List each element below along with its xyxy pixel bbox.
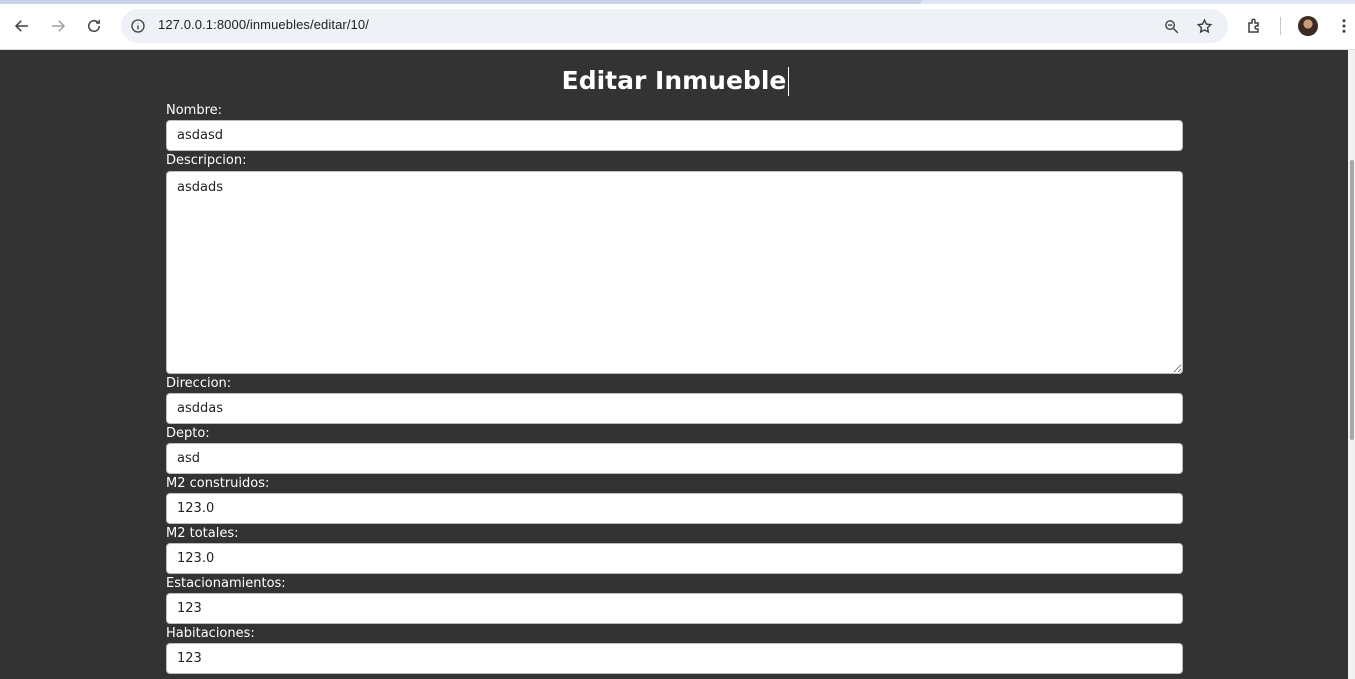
address-bar[interactable]: 127.0.0.1:8000/inmuebles/editar/10/	[121, 9, 1228, 43]
direccion-label: Direccion:	[166, 376, 232, 391]
depto-input[interactable]	[166, 443, 1183, 474]
bookmark-star-icon[interactable]	[1195, 17, 1213, 35]
page-title: Editar Inmueble	[561, 66, 787, 95]
text-caret	[788, 67, 790, 96]
nombre-input[interactable]	[166, 120, 1183, 151]
url-text[interactable]: 127.0.0.1:8000/inmuebles/editar/10/	[158, 17, 369, 32]
reload-icon[interactable]	[81, 13, 107, 39]
direccion-input[interactable]	[166, 393, 1183, 424]
m2-construidos-label: M2 construidos:	[166, 476, 270, 491]
habitaciones-label: Habitaciones:	[166, 626, 255, 641]
nombre-label: Nombre:	[166, 103, 223, 118]
forward-arrow-icon[interactable]	[45, 13, 71, 39]
extensions-icon[interactable]	[1242, 13, 1268, 39]
profile-avatar[interactable]	[1298, 16, 1318, 36]
browser-toolbar: 127.0.0.1:8000/inmuebles/editar/10/	[0, 0, 1355, 50]
estacionamientos-label: Estacionamientos:	[166, 576, 286, 591]
back-arrow-icon[interactable]	[9, 13, 35, 39]
descripcion-textarea[interactable]: asdads	[166, 171, 1183, 374]
zoom-icon[interactable]	[1162, 17, 1180, 35]
toolbar-divider	[1280, 17, 1281, 35]
habitaciones-input[interactable]	[166, 643, 1183, 674]
scrollbar-thumb[interactable]	[1350, 160, 1354, 440]
depto-label: Depto:	[166, 426, 210, 441]
m2-totales-label: M2 totales:	[166, 526, 239, 541]
page-content: Editar Inmueble Nombre: Descripcion: asd…	[0, 51, 1348, 679]
tab-strip	[0, 0, 1355, 4]
m2-totales-input[interactable]	[166, 543, 1183, 574]
descripcion-label: Descripcion:	[166, 153, 247, 168]
active-tab[interactable]	[0, 0, 922, 4]
estacionamientos-input[interactable]	[166, 593, 1183, 624]
kebab-menu-icon[interactable]	[1331, 13, 1355, 39]
page-title-container: Editar Inmueble	[0, 66, 1348, 96]
site-info-icon[interactable]	[129, 17, 147, 35]
m2-construidos-input[interactable]	[166, 493, 1183, 524]
